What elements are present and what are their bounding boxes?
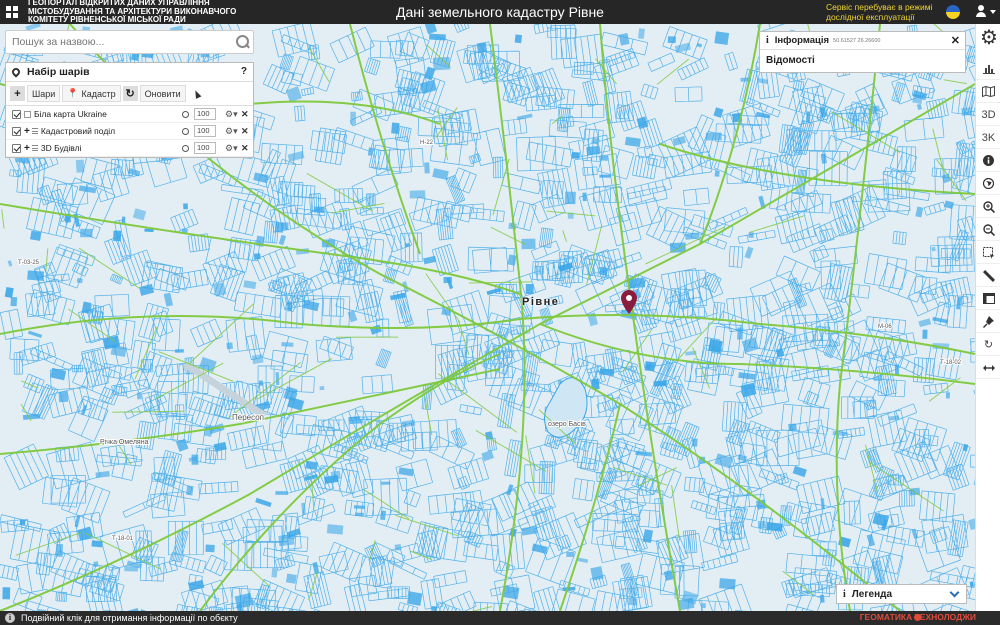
zoom-out-icon[interactable] [976, 219, 1000, 241]
layer-list-icon [31, 128, 38, 134]
layer-name: Кадастровий поділ [40, 126, 116, 136]
layer-settings-gear-icon[interactable]: ⚙▾ [225, 109, 238, 120]
location-pin-icon[interactable] [621, 290, 637, 314]
help-button[interactable]: ? [241, 66, 247, 77]
layer-visibility-checkbox[interactable] [12, 143, 21, 153]
status-bar: i Подвійний клік для отримання інформаці… [0, 611, 1000, 625]
remove-layer-icon[interactable]: ✕ [241, 126, 249, 137]
layer-row[interactable]: + 3D Будівлі 100 ⚙▾ ✕ [6, 140, 253, 157]
app-header: Геопортал відкритих даних управління міс… [0, 0, 1000, 24]
ruler-icon[interactable] [976, 265, 1000, 287]
map-marker-icon [10, 66, 22, 78]
cadastre-button[interactable]: 📍 Кадастр [62, 85, 121, 102]
resize-icon[interactable] [976, 357, 1000, 379]
remove-layer-icon[interactable]: ✕ [241, 109, 249, 120]
info-icon: i [5, 613, 15, 623]
frame-icon[interactable] [976, 288, 1000, 310]
flag-bottom-stripe [946, 12, 960, 19]
flag-top-stripe [946, 5, 960, 12]
layer-radio-button[interactable] [182, 144, 189, 152]
layer-opacity-input[interactable]: 100 [194, 142, 216, 154]
layers-panel: Набір шарів ? + Шари 📍 Кадастр ↻ Оновити … [5, 62, 254, 158]
brand-link[interactable]: ГЕОМАТИКА ТЕХНОЛОДЖИ [860, 612, 976, 622]
apps-menu-button[interactable] [0, 0, 24, 24]
close-icon[interactable]: ✕ [951, 34, 960, 47]
legend-panel[interactable]: i Легенда [836, 584, 967, 604]
layers-panel-header[interactable]: Набір шарів ? [6, 63, 253, 82]
layer-opacity-input[interactable]: 100 [194, 108, 216, 120]
refresh-button[interactable]: Оновити [139, 85, 186, 102]
layer-square-icon [24, 110, 31, 118]
right-toolbar: ⚙ 3D 3K ↻ [975, 24, 1000, 611]
map-label: озеро Басів [548, 420, 586, 428]
map-label: Т-18-01 [112, 536, 134, 542]
settings-gear-icon[interactable]: ⚙ [978, 28, 1000, 50]
layer-settings-gear-icon[interactable]: ⚙▾ [225, 126, 238, 137]
3d-label: 3D [981, 108, 996, 121]
refresh-icon[interactable]: ↻ [122, 86, 138, 101]
pin-small-icon: 📍 [67, 88, 79, 98]
map-label: Річка Омеляна [100, 438, 149, 446]
expand-plus-icon[interactable]: + [24, 126, 30, 137]
layer-list-icon [31, 145, 38, 151]
pushpin-icon[interactable] [976, 311, 1000, 333]
search-box [5, 30, 254, 54]
map-label: Пересоп [232, 413, 264, 422]
city-label: Рівне [522, 296, 560, 308]
layer-visibility-checkbox[interactable] [12, 109, 21, 119]
layer-settings-gear-icon[interactable]: ⚙▾ [225, 143, 238, 154]
3k-label: 3K [981, 131, 996, 144]
map-label: Т-18-02 [940, 360, 962, 366]
map-label: Т-03-25 [18, 260, 40, 266]
expand-plus-icon[interactable]: + [24, 143, 30, 154]
info-panel-body: Відомості [766, 55, 815, 66]
remove-layer-icon[interactable]: ✕ [241, 143, 249, 154]
refresh-button-label: Оновити [144, 88, 181, 99]
layer-opacity-input[interactable]: 100 [194, 125, 216, 137]
layer-name: 3D Будівлі [40, 143, 82, 153]
search-input[interactable] [6, 32, 231, 52]
beta-notice: Сервіс перебуває в режимі дослідної експ… [826, 2, 933, 22]
layers-button-label: Шари [32, 88, 56, 99]
refresh-map-icon[interactable]: ↻ [976, 334, 1000, 356]
grid-icon [6, 6, 18, 18]
layer-radio-button[interactable] [182, 127, 189, 135]
layer-row[interactable]: Біла карта Ukraine 100 ⚙▾ ✕ [6, 106, 253, 123]
info-panel-header[interactable]: i Інформація 50.61527 26.26600 ✕ [760, 32, 965, 50]
language-flag-button[interactable] [946, 5, 960, 19]
layer-radio-button[interactable] [182, 110, 189, 118]
add-layer-button[interactable]: + [10, 86, 25, 101]
layers-button[interactable]: Шари [27, 85, 61, 102]
info-icon: i [766, 35, 769, 46]
chart-icon[interactable] [976, 58, 1000, 80]
info-circle-icon[interactable] [976, 150, 1000, 172]
map-label: М-06 [878, 324, 892, 330]
org-name: Геопортал відкритих даних управління міс… [28, 0, 237, 25]
map-icon[interactable] [976, 81, 1000, 103]
layer-visibility-checkbox[interactable] [12, 126, 21, 136]
caret-down-icon [990, 10, 996, 14]
3k-view-button[interactable]: 3K [976, 127, 1000, 149]
info-icon: i [843, 588, 846, 600]
layers-panel-title: Набір шарів [27, 66, 90, 78]
3d-view-button[interactable]: 3D [976, 104, 1000, 126]
cursor-icon[interactable] [192, 88, 202, 99]
layers-toolbar: + Шари 📍 Кадастр ↻ Оновити [6, 82, 253, 106]
search-icon[interactable] [231, 31, 253, 53]
click-coordinates: 50.61527 26.26600 [833, 37, 881, 44]
cadastre-button-label: Кадастр [81, 88, 116, 99]
info-panel-title: Інформація [774, 35, 830, 46]
zoom-in-icon[interactable] [976, 196, 1000, 218]
globe-icon[interactable] [976, 173, 1000, 195]
user-menu-button[interactable] [975, 5, 997, 19]
map-label: Н-22 [420, 140, 434, 146]
layer-row[interactable]: + Кадастровий поділ 100 ⚙▾ ✕ [6, 123, 253, 140]
status-hint: Подвійний клік для отримання інформації … [21, 613, 238, 623]
info-panel: i Інформація 50.61527 26.26600 ✕ Відомос… [759, 31, 966, 73]
legend-title: Легенда [851, 588, 893, 600]
chevron-down-icon[interactable] [949, 587, 960, 598]
select-area-icon[interactable] [976, 242, 1000, 264]
